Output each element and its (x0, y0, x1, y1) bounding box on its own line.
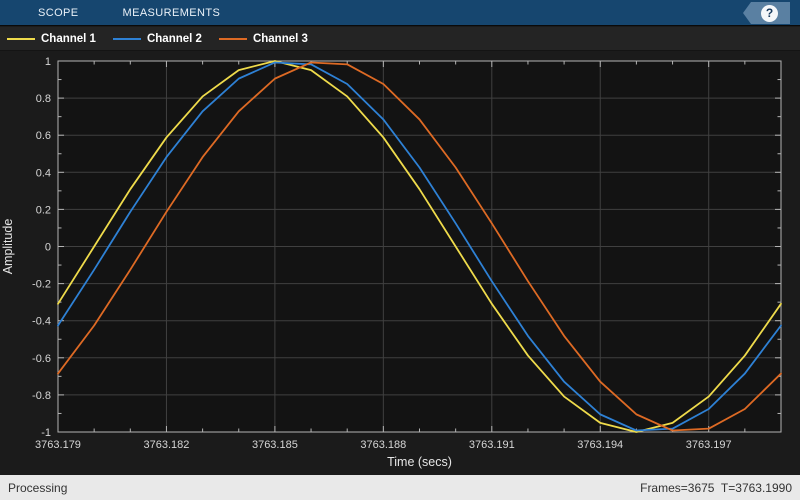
x-axis-label: Time (secs) (387, 455, 452, 469)
y-tick-label: 0.2 (36, 204, 51, 216)
help-icon: ? (761, 4, 778, 22)
y-tick-label: -0.2 (32, 279, 51, 291)
legend-label: Channel 2 (146, 32, 202, 45)
legend-label: Channel 1 (41, 32, 96, 45)
y-axis-label: Amplitude (1, 219, 15, 275)
y-tick-label: -1 (41, 427, 51, 439)
y-tick-label: 0.6 (36, 130, 51, 142)
x-tick-label: 3763.185 (252, 439, 298, 451)
status-bar: Processing Frames=3675 T=3763.1990 (0, 475, 800, 500)
y-tick-label: 0 (45, 242, 51, 254)
toolbar: SCOPE MEASUREMENTS ? (0, 0, 800, 26)
x-tick-label: 3763.197 (686, 439, 732, 451)
x-tick-label: 3763.182 (144, 439, 190, 451)
legend-label: Channel 3 (252, 32, 308, 45)
tab-scope[interactable]: SCOPE (38, 0, 79, 25)
figure-area: -1 -0.8 -0.6 -0.4 -0.2 0 0.2 0.4 0.6 0.8 1 3763.179… (0, 52, 800, 475)
waveform-chart: -1 -0.8 -0.6 -0.4 -0.2 0 0.2 0.4 0.6 0.8 1 3763.179… (1, 56, 782, 469)
y-tick-label: 0.4 (36, 167, 51, 179)
frame-counter: Frames=3675 T=3763.1990 (640, 480, 792, 495)
legend-item-channel-3[interactable]: Channel 3 (218, 32, 308, 45)
x-tick-label: 3763.191 (469, 439, 515, 451)
y-tick-label: 1 (45, 56, 51, 68)
y-tick-label: -0.4 (32, 316, 51, 328)
y-tick-label: -0.6 (32, 353, 51, 365)
x-tick-label: 3763.194 (577, 439, 623, 451)
y-tick-label: -0.8 (32, 390, 51, 402)
legend-line-swatch (112, 37, 141, 40)
legend-item-channel-2[interactable]: Channel 2 (112, 32, 202, 45)
y-tick-label: 0.8 (36, 93, 51, 105)
legend: Channel 1 Channel 2 Channel 3 (0, 27, 800, 51)
tab-measurements[interactable]: MEASUREMENTS (123, 0, 221, 25)
x-tick-label: 3763.188 (360, 439, 406, 451)
legend-line-swatch (218, 37, 247, 40)
scope-window: SCOPE MEASUREMENTS ? Channel 1 Channel 2C… (0, 0, 800, 500)
legend-item-channel-1[interactable]: Channel 1 (7, 33, 96, 45)
help-button[interactable]: ? (743, 2, 790, 24)
status-message: Processing (8, 480, 68, 495)
x-tick-label: 3763.179 (35, 439, 81, 451)
legend-line-swatch (7, 37, 35, 40)
